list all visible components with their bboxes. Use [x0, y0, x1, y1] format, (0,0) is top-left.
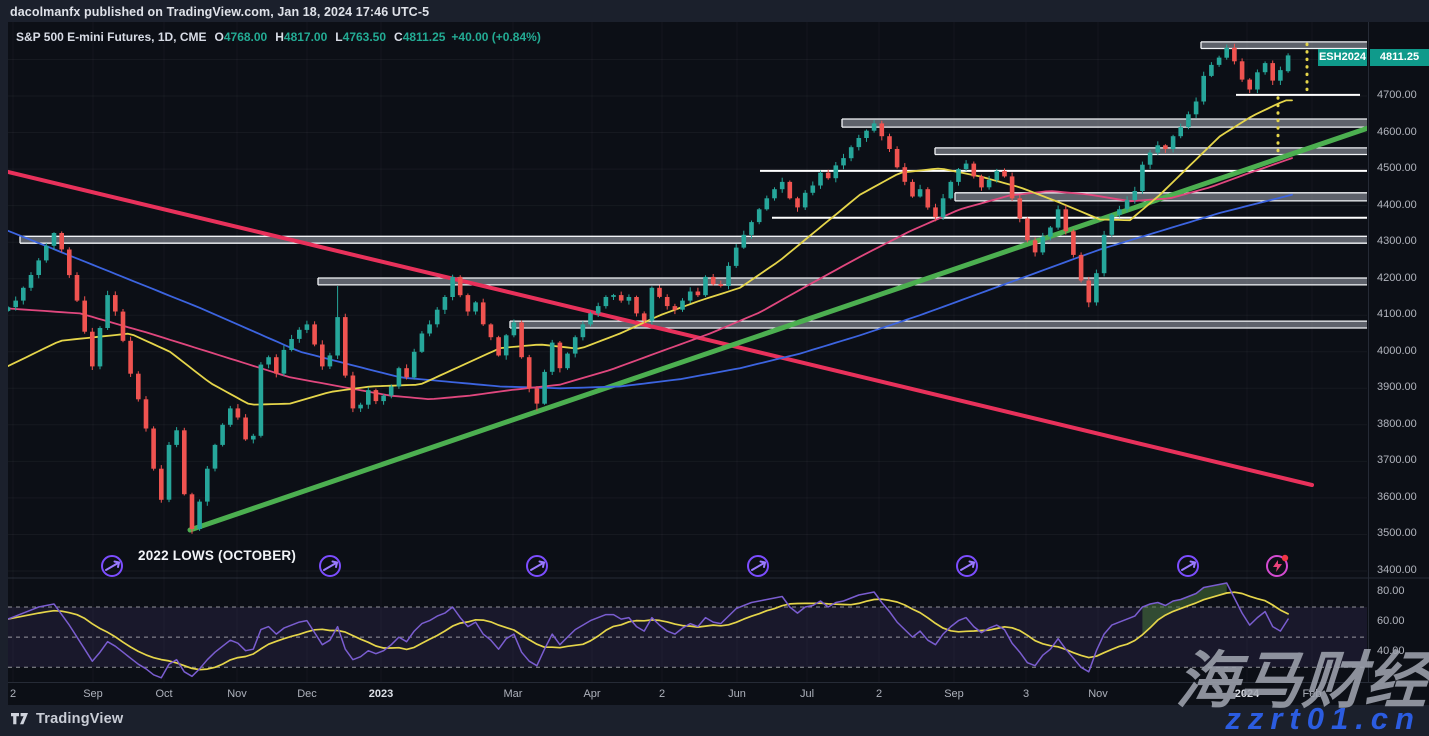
last-price-badge[interactable]: 4811.25	[1370, 49, 1429, 66]
time-axis-label: 2023	[369, 688, 393, 700]
time-axis-label: Mar	[504, 688, 523, 700]
timeline-marker-icon[interactable]	[1178, 556, 1198, 576]
time-axis-label: Apr	[583, 688, 600, 700]
time-axis-label: 3	[1023, 688, 1029, 700]
price-axis-label: 3500.00	[1377, 527, 1417, 539]
legend-symbol-title: S&P 500 E-mini Futures, 1D, CME	[16, 30, 207, 44]
price-axis[interactable]: 4700.00 4600.00 4500.00 4400.00 4300.00 4200.…	[1368, 22, 1429, 682]
time-axis-label: 2	[876, 688, 882, 700]
tradingview-snapshot: dacolmanfx published on TradingView.com,…	[0, 0, 1429, 736]
price-axis-label: 3400.00	[1377, 564, 1417, 576]
price-axis-label: 4200.00	[1377, 272, 1417, 284]
footer-brand-text[interactable]: TradingView	[36, 711, 123, 727]
timeline-marker-icon[interactable]	[748, 556, 768, 576]
price-axis-label: 4700.00	[1377, 89, 1417, 101]
timeline-marker-flash-icon[interactable]	[1267, 555, 1288, 576]
price-axis-label: 4500.00	[1377, 162, 1417, 174]
legend-ohlc-key: C	[394, 30, 403, 44]
resistance-zones[interactable]	[20, 42, 1367, 328]
watermark-url-text: zzrt01.cn	[1225, 701, 1421, 736]
price-axis-label: 3600.00	[1377, 491, 1417, 503]
time-axis-label: Oct	[155, 688, 172, 700]
legend-ohlc-value: 4811.25	[403, 30, 446, 44]
legend-ohlc-key: L	[335, 30, 342, 44]
legend-change: +40.00 (+0.84%)	[451, 30, 540, 44]
symbol-legend[interactable]: S&P 500 E-mini Futures, 1D, CME O4768.00 H…	[16, 30, 541, 44]
time-axis-label: Jun	[728, 688, 746, 700]
contract-badge[interactable]: ESH2024	[1318, 49, 1367, 66]
price-axis-label: 3900.00	[1377, 381, 1417, 393]
time-axis-label: Sep	[83, 688, 103, 700]
footer-bar: TradingView	[10, 709, 123, 728]
timeline-marker-icon[interactable]	[527, 556, 547, 576]
time-axis-label: Dec	[297, 688, 317, 700]
oscillator-axis-label: 60.00	[1377, 615, 1405, 627]
attribution-text: dacolmanfx published on TradingView.com,…	[10, 5, 429, 19]
price-axis-label: 4000.00	[1377, 345, 1417, 357]
timeline-marker-icon[interactable]	[957, 556, 977, 576]
legend-ohlc-value: 4817.00	[284, 30, 327, 44]
price-axis-label: 4600.00	[1377, 126, 1417, 138]
legend-ohlc-key: O	[215, 30, 224, 44]
chart-canvas[interactable]	[0, 0, 1429, 736]
price-axis-label: 3700.00	[1377, 454, 1417, 466]
timeline-marker-icon[interactable]	[320, 556, 340, 576]
time-axis-label: Sep	[944, 688, 964, 700]
timeline-marker-icon[interactable]	[102, 556, 122, 576]
price-axis-label: 4300.00	[1377, 235, 1417, 247]
uptrend-from-2022-lows[interactable]	[190, 128, 1368, 530]
oscillator-axis-label: 80.00	[1377, 585, 1405, 597]
price-axis-label: 4100.00	[1377, 308, 1417, 320]
legend-ohlc-value: 4763.50	[343, 30, 386, 44]
time-axis-label: Jul	[800, 688, 814, 700]
time-axis-label: Nov	[1088, 688, 1108, 700]
price-axis-label: 3800.00	[1377, 418, 1417, 430]
tradingview-logo-icon[interactable]	[10, 709, 29, 728]
annotation-2022-lows-label: 2022 LOWS (OCTOBER)	[138, 548, 296, 563]
time-axis-label: 2	[10, 688, 16, 700]
price-axis-label: 4400.00	[1377, 199, 1417, 211]
legend-ohlc-values: O4768.00 H4817.00 L4763.50 C4811.25	[207, 30, 446, 44]
time-axis-label: 2	[659, 688, 665, 700]
legend-ohlc-value: 4768.00	[224, 30, 267, 44]
time-axis-label: Nov	[227, 688, 247, 700]
legend-ohlc-key: H	[275, 30, 284, 44]
